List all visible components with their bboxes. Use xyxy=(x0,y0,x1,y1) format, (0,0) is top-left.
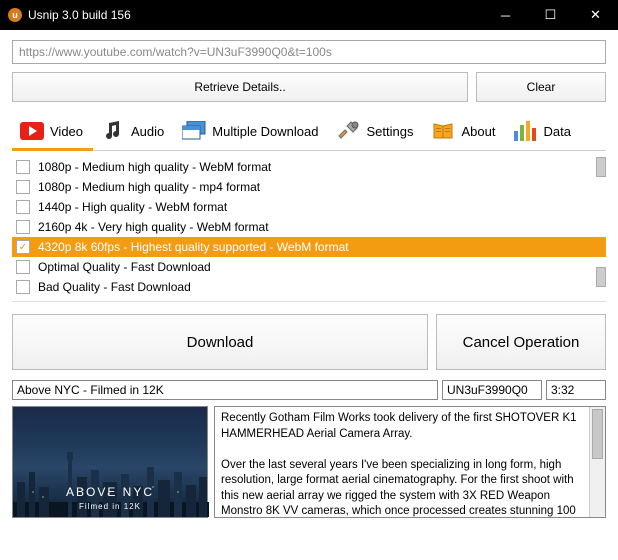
format-label: 1080p - Medium high quality - mp4 format xyxy=(38,180,260,194)
format-label: 2160p 4k - Very high quality - WebM form… xyxy=(38,220,269,234)
titlebar: u Usnip 3.0 build 156 ─ ☐ ✕ xyxy=(0,0,618,30)
tab-data[interactable]: Data xyxy=(505,114,580,150)
format-row[interactable]: 2160p 4k - Very high quality - WebM form… xyxy=(12,217,606,237)
maximize-button[interactable]: ☐ xyxy=(528,0,573,30)
tab-settings[interactable]: Settings xyxy=(329,114,424,150)
format-checkbox[interactable] xyxy=(16,200,30,214)
close-button[interactable]: ✕ xyxy=(573,0,618,30)
video-id-field[interactable] xyxy=(442,380,542,400)
tab-video[interactable]: Video xyxy=(12,114,93,150)
url-input[interactable] xyxy=(12,40,606,64)
tabs: Video Audio Multiple Download Settings A… xyxy=(12,114,606,151)
scrollbar-thumb[interactable] xyxy=(596,267,606,287)
tab-about[interactable]: About xyxy=(423,114,505,150)
description-row: ABOVE NYC Filmed in 12K Recently Gotham … xyxy=(12,406,606,518)
format-checkbox[interactable]: ✓ xyxy=(16,240,30,254)
scrollbar-thumb[interactable] xyxy=(592,409,603,459)
description-text: Recently Gotham Film Works took delivery… xyxy=(221,411,599,518)
download-button[interactable]: Download xyxy=(12,314,428,370)
multiple-icon xyxy=(182,120,206,142)
thumb-title: ABOVE NYC xyxy=(13,485,207,499)
format-list: 1080p - Medium high quality - WebM forma… xyxy=(12,157,606,302)
format-row[interactable]: 1080p - Medium high quality - mp4 format xyxy=(12,177,606,197)
format-checkbox[interactable] xyxy=(16,160,30,174)
format-checkbox[interactable] xyxy=(16,260,30,274)
format-checkbox[interactable] xyxy=(16,180,30,194)
video-duration-field[interactable] xyxy=(546,380,606,400)
data-icon xyxy=(513,120,537,142)
window-title: Usnip 3.0 build 156 xyxy=(28,8,483,22)
app-icon: u xyxy=(8,8,22,22)
format-row[interactable]: ✓ 4320p 8k 60fps - Highest quality suppor… xyxy=(12,237,606,257)
format-label: 1440p - High quality - WebM format xyxy=(38,200,227,214)
video-icon xyxy=(20,120,44,142)
video-title-field[interactable] xyxy=(12,380,438,400)
format-row[interactable]: Optimal Quality - Fast Download xyxy=(12,257,606,277)
about-icon xyxy=(431,120,455,142)
video-thumbnail: ABOVE NYC Filmed in 12K xyxy=(12,406,208,518)
format-checkbox[interactable] xyxy=(16,220,30,234)
scrollbar-thumb[interactable] xyxy=(596,157,606,177)
tab-label: Data xyxy=(543,124,570,139)
tab-label: About xyxy=(461,124,495,139)
format-checkbox[interactable] xyxy=(16,280,30,294)
retrieve-button[interactable]: Retrieve Details.. xyxy=(12,72,468,102)
tab-label: Settings xyxy=(367,124,414,139)
tab-label: Video xyxy=(50,124,83,139)
audio-icon xyxy=(101,120,125,142)
tab-label: Audio xyxy=(131,124,164,139)
minimize-button[interactable]: ─ xyxy=(483,0,528,30)
format-row[interactable]: Bad Quality - Fast Download xyxy=(12,277,606,297)
tab-multiple[interactable]: Multiple Download xyxy=(174,114,328,150)
thumb-subtitle: Filmed in 12K xyxy=(13,502,207,511)
tab-label: Multiple Download xyxy=(212,124,318,139)
settings-icon xyxy=(337,120,361,142)
format-row[interactable]: 1080p - Medium high quality - WebM forma… xyxy=(12,157,606,177)
format-label: 4320p 8k 60fps - Highest quality support… xyxy=(38,240,349,254)
tab-audio[interactable]: Audio xyxy=(93,114,174,150)
clear-button[interactable]: Clear xyxy=(476,72,606,102)
cancel-button[interactable]: Cancel Operation xyxy=(436,314,606,370)
format-label: 1080p - Medium high quality - WebM forma… xyxy=(38,160,271,174)
description-box[interactable]: Recently Gotham Film Works took delivery… xyxy=(214,406,606,518)
description-scrollbar[interactable] xyxy=(589,407,605,517)
format-label: Optimal Quality - Fast Download xyxy=(38,260,211,274)
meta-row xyxy=(12,380,606,400)
format-row[interactable]: 1440p - High quality - WebM format xyxy=(12,197,606,217)
main-content: Retrieve Details.. Clear Video Audio Mul… xyxy=(0,30,618,530)
action-row: Download Cancel Operation xyxy=(12,314,606,370)
button-row: Retrieve Details.. Clear xyxy=(12,72,606,102)
format-label: Bad Quality - Fast Download xyxy=(38,280,191,294)
